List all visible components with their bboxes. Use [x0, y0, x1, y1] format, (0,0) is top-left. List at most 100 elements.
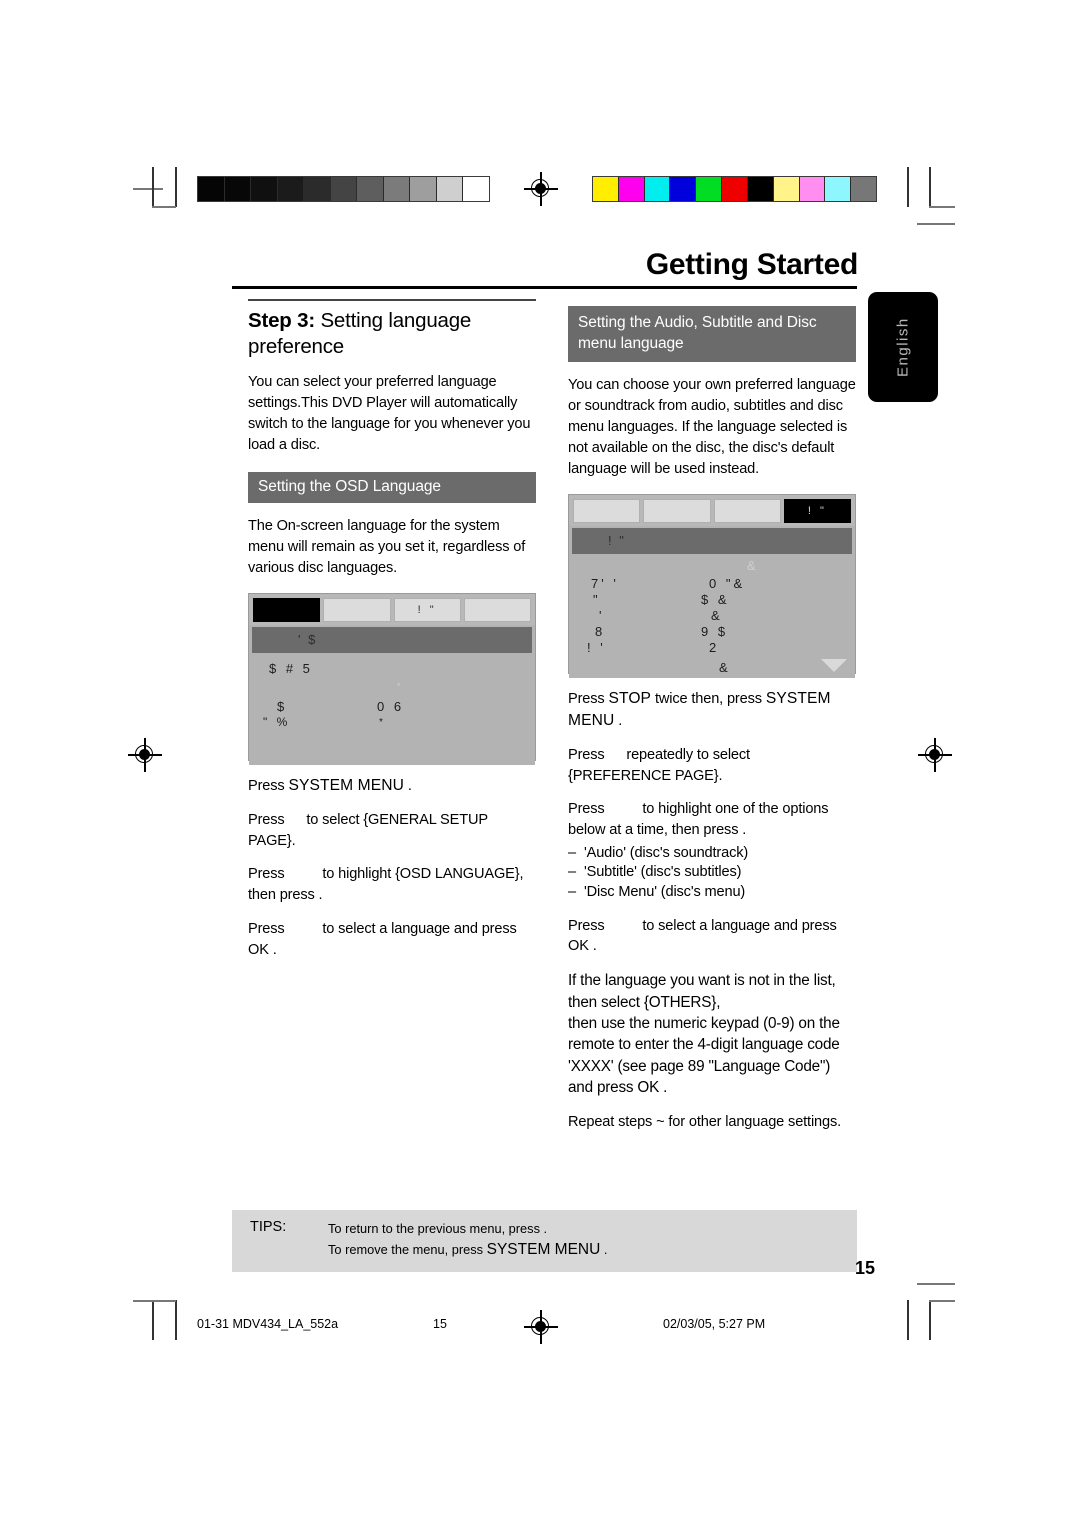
tips-line-2-key: SYSTEM MENU [486, 1241, 601, 1259]
tips-line-1: To return to the previous menu, press . [328, 1221, 548, 1236]
others-note-line1: If the language you want is not in the l… [568, 972, 836, 1011]
crop-mark-bottom-right-v2 [929, 1300, 931, 1340]
tips-lines: To return to the previous menu, press . … [328, 1219, 607, 1262]
right-step-item-2: Press repeatedly to select {PREFERENCE P… [568, 745, 856, 786]
grayscale-swatch-5 [304, 177, 331, 201]
option-item-audio: – 'Audio' (disc's soundtrack) [568, 844, 856, 864]
osd-right-row-l4: 8 [595, 623, 606, 639]
crop-mark-top-right-v1 [907, 167, 909, 207]
scroll-down-arrow-icon[interactable] [821, 658, 847, 672]
language-tab-label: English [894, 317, 912, 377]
grayscale-swatch-9 [410, 177, 437, 201]
osd-right-row-l5: ! ' [587, 639, 606, 655]
osd-title-bar-right: ! " [572, 527, 852, 554]
right-step-4-pre: Press [568, 917, 609, 934]
osd-right-row-l2: " [593, 591, 601, 607]
osd-tab-2[interactable] [323, 597, 391, 622]
osd-row-1: $ # 5 [269, 660, 313, 676]
step-3-post: to highlight {OSD LANGUAGE}, then press … [248, 866, 524, 904]
osd-row-4: 0 6 [377, 698, 405, 714]
dash-bullet-icon-3: – [568, 884, 576, 901]
color-calibration-bar [592, 176, 877, 202]
osd-right-row-l3: ' [599, 607, 605, 623]
osd-tab-row-right: ! " [569, 494, 855, 526]
plate-filename: 01-31 MDV434_LA_552a [197, 1317, 339, 1331]
osd-body-right: & 7' ' " ' 8 ! ' 0 "& $ & & 9 $ 2 & [569, 553, 855, 678]
osd-tab-right-4[interactable]: ! " [783, 498, 851, 523]
step-item-4: Press to select a language and press OK … [248, 919, 536, 960]
crop-mark-bottom-left-h2 [152, 1300, 176, 1302]
osd-right-bottom-glyph: & [719, 659, 731, 675]
grayscale-swatch-7 [357, 177, 384, 201]
right-step-item-3: Press to highlight one of the options be… [568, 799, 856, 903]
osd-right-row-r1: 0 "& [709, 575, 746, 591]
tips-line-2-pre: To remove the menu, press [328, 1242, 487, 1258]
language-options-list: – 'Audio' (disc's soundtrack) – 'Subtitle'… [568, 844, 856, 903]
osd-body: $ # 5 * $ 0 6 " % * [249, 652, 535, 765]
step-item-2: Press to select {GENERAL SETUP PAGE}. [248, 810, 536, 851]
osd-tab-1[interactable] [253, 597, 321, 622]
osd-right-top-faint: & [747, 557, 759, 573]
step-4-pre: Press [248, 920, 289, 937]
right-step-1-post: . [614, 712, 623, 729]
osd-right-row-r5: 2 [709, 639, 720, 655]
grayscale-swatch-6 [330, 177, 358, 201]
registration-target-top [524, 172, 558, 206]
step-item-3: Press to highlight {OSD LANGUAGE}, then … [248, 864, 536, 905]
grayscale-swatch-4 [277, 177, 305, 201]
plate-date: 02/03/05, 5:27 PM [663, 1317, 766, 1331]
color-swatch-10 [825, 177, 852, 201]
osd-tab-right-2[interactable] [643, 498, 711, 523]
step-item-1: Press SYSTEM MENU . [248, 775, 536, 797]
osd-tab-right-1[interactable] [573, 498, 641, 523]
grayscale-swatch-3 [251, 177, 278, 201]
color-swatch-3 [644, 177, 671, 201]
osd-row-6: * [379, 716, 386, 728]
crop-mark-top-left-h [133, 188, 163, 190]
right-step-1-key: STOP [608, 689, 652, 707]
osd-language-section-band: Setting the OSD Language [248, 471, 536, 504]
osd-language-intro: The On-screen language for the system me… [248, 518, 526, 577]
osd-title-bar: ' $ [252, 626, 532, 653]
osd-row-2: * [397, 680, 404, 691]
crop-mark-bottom-right-h2 [917, 1283, 955, 1285]
language-tab: English [868, 292, 938, 402]
color-swatch-5 [696, 177, 723, 201]
option-item-subtitle: – 'Subtitle' (disc's subtitles) [568, 863, 856, 883]
right-step-1-pre: Press [568, 690, 609, 707]
color-swatch-8 [773, 177, 800, 201]
osd-row-3: $ [277, 698, 288, 714]
osd-tab-right-3[interactable] [713, 498, 781, 523]
right-step-2-pre: Press [568, 746, 609, 763]
right-column: Setting the Audio, Subtitle and Disc men… [568, 300, 856, 1132]
color-swatch-6 [722, 177, 748, 201]
step-2-pre: Press [248, 812, 289, 829]
audio-subtitle-section-band: Setting the Audio, Subtitle and Disc men… [568, 306, 856, 363]
crop-mark-top-right-h2 [917, 223, 955, 225]
grayscale-calibration-bar [197, 176, 490, 202]
repeat-steps-note: Repeat steps ~ for other language settin… [568, 1113, 842, 1130]
step-heading-label: Step 3: [248, 309, 315, 332]
osd-right-row-r3: & [711, 607, 723, 623]
others-note-line2: then use the numeric keypad (0-9) on the… [568, 1014, 840, 1097]
osd-right-row-l1: 7' ' [591, 575, 619, 591]
step-1-key: SYSTEM MENU [288, 776, 404, 794]
registration-target-left [128, 738, 162, 772]
option-disc-menu-label: 'Disc Menu' (disc's menu) [584, 884, 746, 901]
registration-target-right [918, 738, 952, 772]
crop-mark-top-left-v2 [175, 167, 177, 207]
osd-right-row-r4: 9 $ [701, 623, 729, 639]
tips-line-2-post: . [600, 1242, 608, 1258]
osd-tab-3[interactable]: ! " [393, 597, 461, 622]
dash-bullet-icon: – [568, 844, 576, 861]
registration-target-bottom [524, 1310, 558, 1344]
osd-tab-4[interactable] [463, 597, 531, 622]
color-swatch-7 [747, 177, 774, 201]
crop-mark-top-left-v1 [152, 167, 154, 207]
color-swatch-2 [618, 177, 645, 201]
grayscale-swatch-11 [463, 177, 490, 201]
osd-screenshot-preference-page: ! " ! " & 7' ' " ' 8 ! ' 0 "& $ & & 9 $ … [568, 493, 856, 678]
osd-row-5: " % [263, 714, 291, 729]
step-3-pre: Press [248, 866, 289, 883]
color-swatch-4 [670, 177, 697, 201]
